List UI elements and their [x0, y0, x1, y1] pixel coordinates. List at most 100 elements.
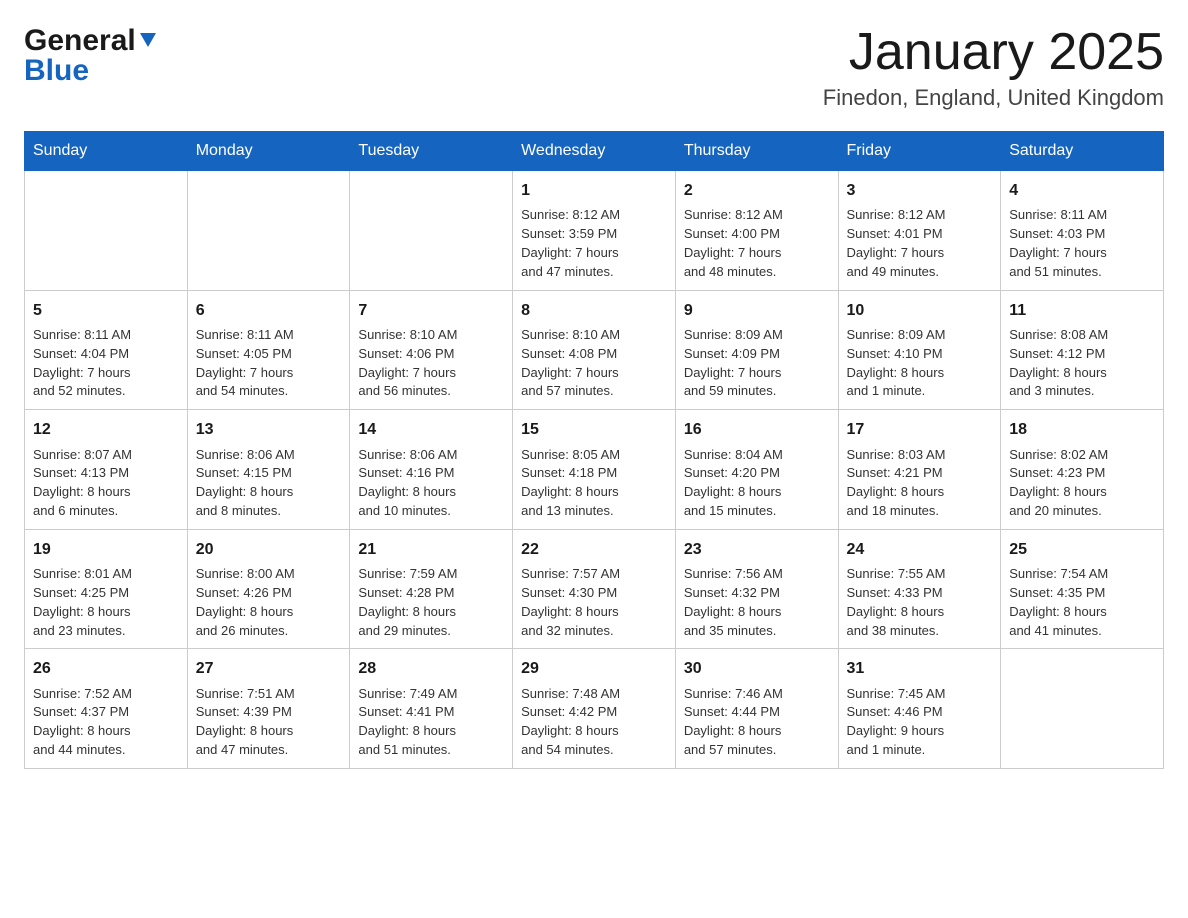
- page-header: General Blue January 2025 Finedon, Engla…: [24, 24, 1164, 111]
- day-number: 3: [847, 179, 993, 202]
- day-info: Sunrise: 8:10 AMSunset: 4:06 PMDaylight:…: [358, 326, 504, 401]
- day-info: Sunrise: 7:55 AMSunset: 4:33 PMDaylight:…: [847, 565, 993, 640]
- calendar-cell: 25 Sunrise: 7:54 AMSunset: 4:35 PMDayligh…: [1001, 529, 1164, 649]
- day-info: Sunrise: 8:07 AMSunset: 4:13 PMDaylight:…: [33, 446, 179, 521]
- day-number: 23: [684, 538, 830, 561]
- calendar-subtitle: Finedon, England, United Kingdom: [823, 85, 1164, 111]
- calendar-cell: 30 Sunrise: 7:46 AMSunset: 4:44 PMDayligh…: [675, 649, 838, 769]
- title-section: January 2025 Finedon, England, United Ki…: [823, 24, 1164, 111]
- day-number: 30: [684, 657, 830, 680]
- calendar-week-row: 19Sunrise: 8:01 AMSunset: 4:25 PMDayligh…: [25, 529, 1164, 649]
- calendar-cell: 15Sunrise: 8:05 AMSunset: 4:18 PMDayligh…: [513, 410, 676, 530]
- calendar-cell: 20 Sunrise: 8:00 AMSunset: 4:26 PMDayligh…: [187, 529, 350, 649]
- calendar-cell: 6 Sunrise: 8:11 AMSunset: 4:05 PMDaylight…: [187, 290, 350, 410]
- calendar-cell: 8Sunrise: 8:10 AMSunset: 4:08 PMDaylight…: [513, 290, 676, 410]
- day-info: Sunrise: 7:54 AMSunset: 4:35 PMDaylight:…: [1009, 565, 1155, 640]
- day-number: 20: [196, 538, 342, 561]
- calendar-cell: 11Sunrise: 8:08 AMSunset: 4:12 PMDayligh…: [1001, 290, 1164, 410]
- day-info: Sunrise: 7:48 AMSunset: 4:42 PMDaylight:…: [521, 685, 667, 760]
- day-number: 11: [1009, 299, 1155, 322]
- day-number: 1: [521, 179, 667, 202]
- day-info: Sunrise: 8:06 AMSunset: 4:15 PMDaylight:…: [196, 446, 342, 521]
- day-info: Sunrise: 8:03 AMSunset: 4:21 PMDaylight:…: [847, 446, 993, 521]
- day-info: Sunrise: 8:00 AMSunset: 4:26 PMDaylight:…: [196, 565, 342, 640]
- calendar-header-row: SundayMondayTuesdayWednesdayThursdayFrid…: [25, 132, 1164, 171]
- calendar-cell: [1001, 649, 1164, 769]
- day-number: 24: [847, 538, 993, 561]
- calendar-cell: [187, 171, 350, 291]
- calendar-cell: 29Sunrise: 7:48 AMSunset: 4:42 PMDayligh…: [513, 649, 676, 769]
- day-number: 17: [847, 418, 993, 441]
- day-number: 10: [847, 299, 993, 322]
- day-info: Sunrise: 8:04 AMSunset: 4:20 PMDaylight:…: [684, 446, 830, 521]
- calendar-cell: 2Sunrise: 8:12 AMSunset: 4:00 PMDaylight…: [675, 171, 838, 291]
- day-number: 19: [33, 538, 179, 561]
- logo-blue-text: Blue: [24, 54, 89, 88]
- day-info: Sunrise: 7:59 AMSunset: 4:28 PMDaylight:…: [358, 565, 504, 640]
- day-info: Sunrise: 8:09 AMSunset: 4:10 PMDaylight:…: [847, 326, 993, 401]
- calendar-cell: 21 Sunrise: 7:59 AMSunset: 4:28 PMDayligh…: [350, 529, 513, 649]
- day-number: 9: [684, 299, 830, 322]
- day-number: 6: [196, 299, 342, 322]
- calendar-cell: 1Sunrise: 8:12 AMSunset: 3:59 PMDaylight…: [513, 171, 676, 291]
- calendar-week-row: 5 Sunrise: 8:11 AMSunset: 4:04 PMDaylight…: [25, 290, 1164, 410]
- day-info: Sunrise: 8:05 AMSunset: 4:18 PMDaylight:…: [521, 446, 667, 521]
- day-info: Sunrise: 8:02 AMSunset: 4:23 PMDaylight:…: [1009, 446, 1155, 521]
- day-number: 28: [358, 657, 504, 680]
- calendar-cell: 17 Sunrise: 8:03 AMSunset: 4:21 PMDayligh…: [838, 410, 1001, 530]
- day-number: 18: [1009, 418, 1155, 441]
- calendar-cell: 26Sunrise: 7:52 AMSunset: 4:37 PMDayligh…: [25, 649, 188, 769]
- calendar-cell: 9Sunrise: 8:09 AMSunset: 4:09 PMDaylight…: [675, 290, 838, 410]
- calendar-cell: 16 Sunrise: 8:04 AMSunset: 4:20 PMDayligh…: [675, 410, 838, 530]
- day-info: Sunrise: 8:11 AMSunset: 4:05 PMDaylight:…: [196, 326, 342, 401]
- calendar-cell: 22 Sunrise: 7:57 AMSunset: 4:30 PMDayligh…: [513, 529, 676, 649]
- col-header-saturday: Saturday: [1001, 132, 1164, 171]
- day-info: Sunrise: 7:51 AMSunset: 4:39 PMDaylight:…: [196, 685, 342, 760]
- day-number: 4: [1009, 179, 1155, 202]
- col-header-sunday: Sunday: [25, 132, 188, 171]
- calendar-week-row: 1Sunrise: 8:12 AMSunset: 3:59 PMDaylight…: [25, 171, 1164, 291]
- calendar-cell: 14Sunrise: 8:06 AMSunset: 4:16 PMDayligh…: [350, 410, 513, 530]
- calendar-cell: 5 Sunrise: 8:11 AMSunset: 4:04 PMDaylight…: [25, 290, 188, 410]
- col-header-thursday: Thursday: [675, 132, 838, 171]
- calendar-cell: 27Sunrise: 7:51 AMSunset: 4:39 PMDayligh…: [187, 649, 350, 769]
- calendar-table: SundayMondayTuesdayWednesdayThursdayFrid…: [24, 131, 1164, 769]
- day-number: 31: [847, 657, 993, 680]
- logo: General Blue: [24, 24, 158, 88]
- calendar-cell: 10 Sunrise: 8:09 AMSunset: 4:10 PMDayligh…: [838, 290, 1001, 410]
- day-info: Sunrise: 8:12 AMSunset: 4:00 PMDaylight:…: [684, 206, 830, 281]
- day-number: 13: [196, 418, 342, 441]
- day-info: Sunrise: 7:49 AMSunset: 4:41 PMDaylight:…: [358, 685, 504, 760]
- col-header-monday: Monday: [187, 132, 350, 171]
- calendar-cell: 3 Sunrise: 8:12 AMSunset: 4:01 PMDaylight…: [838, 171, 1001, 291]
- day-number: 21: [358, 538, 504, 561]
- calendar-week-row: 12 Sunrise: 8:07 AMSunset: 4:13 PMDayligh…: [25, 410, 1164, 530]
- calendar-cell: 18 Sunrise: 8:02 AMSunset: 4:23 PMDayligh…: [1001, 410, 1164, 530]
- day-info: Sunrise: 7:46 AMSunset: 4:44 PMDaylight:…: [684, 685, 830, 760]
- col-header-wednesday: Wednesday: [513, 132, 676, 171]
- day-number: 12: [33, 418, 179, 441]
- day-info: Sunrise: 8:12 AMSunset: 4:01 PMDaylight:…: [847, 206, 993, 281]
- calendar-cell: 4 Sunrise: 8:11 AMSunset: 4:03 PMDaylight…: [1001, 171, 1164, 291]
- calendar-cell: 24 Sunrise: 7:55 AMSunset: 4:33 PMDayligh…: [838, 529, 1001, 649]
- calendar-cell: [25, 171, 188, 291]
- day-info: Sunrise: 7:52 AMSunset: 4:37 PMDaylight:…: [33, 685, 179, 760]
- day-info: Sunrise: 8:11 AMSunset: 4:04 PMDaylight:…: [33, 326, 179, 401]
- day-number: 8: [521, 299, 667, 322]
- calendar-cell: 7 Sunrise: 8:10 AMSunset: 4:06 PMDaylight…: [350, 290, 513, 410]
- day-info: Sunrise: 8:11 AMSunset: 4:03 PMDaylight:…: [1009, 206, 1155, 281]
- day-number: 25: [1009, 538, 1155, 561]
- calendar-cell: 28 Sunrise: 7:49 AMSunset: 4:41 PMDayligh…: [350, 649, 513, 769]
- logo-triangle-icon: [138, 29, 158, 49]
- logo-general-text: General: [24, 24, 136, 58]
- day-number: 7: [358, 299, 504, 322]
- day-info: Sunrise: 7:56 AMSunset: 4:32 PMDaylight:…: [684, 565, 830, 640]
- day-number: 16: [684, 418, 830, 441]
- calendar-cell: 23 Sunrise: 7:56 AMSunset: 4:32 PMDayligh…: [675, 529, 838, 649]
- day-number: 14: [358, 418, 504, 441]
- day-info: Sunrise: 7:57 AMSunset: 4:30 PMDaylight:…: [521, 565, 667, 640]
- day-number: 22: [521, 538, 667, 561]
- day-number: 5: [33, 299, 179, 322]
- calendar-cell: 12 Sunrise: 8:07 AMSunset: 4:13 PMDayligh…: [25, 410, 188, 530]
- calendar-cell: [350, 171, 513, 291]
